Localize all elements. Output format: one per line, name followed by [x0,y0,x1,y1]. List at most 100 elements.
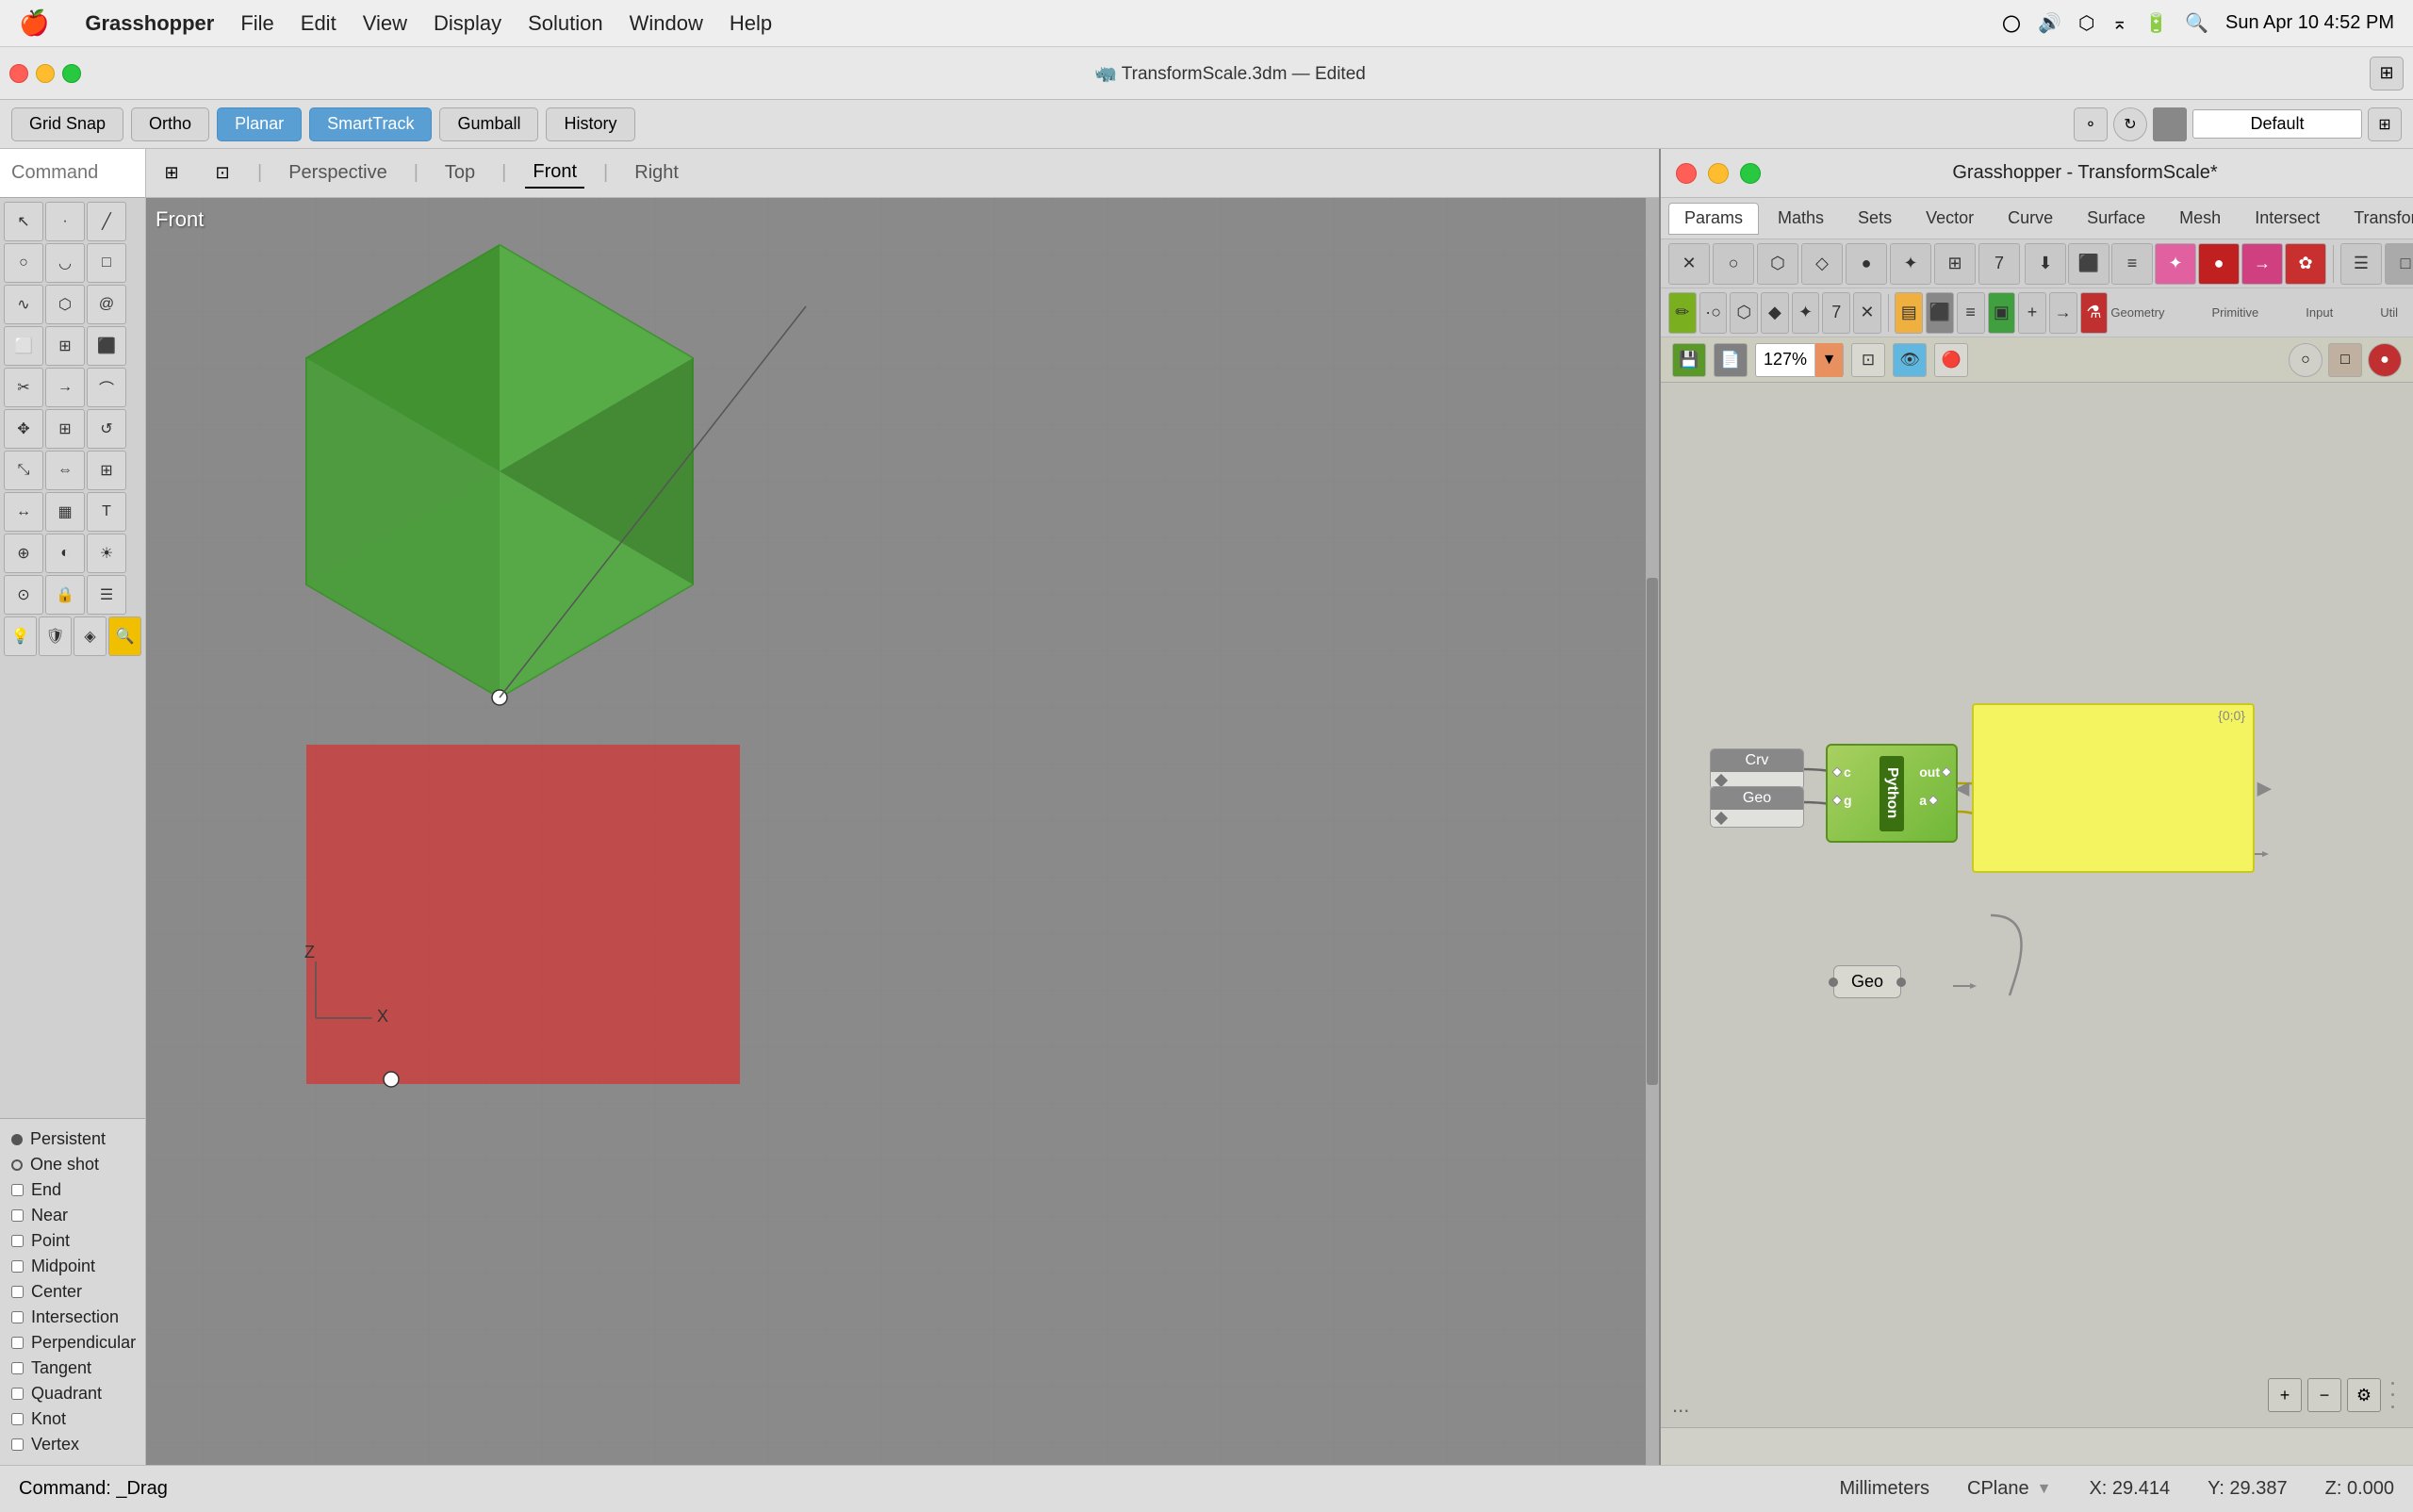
snap-oneshot[interactable]: One shot [11,1152,134,1177]
gh-fit-btn[interactable]: ⊡ [1851,343,1885,377]
siri-icon[interactable]: 〇 [2002,9,2021,37]
viewport-scroll-thumb-v[interactable] [1647,578,1658,1085]
menu-window[interactable]: Window [630,11,703,36]
polygon-tool[interactable]: ⬡ [45,285,85,324]
bluetooth-icon[interactable]: ⬡ [2078,11,2094,35]
gh-tab-surface[interactable]: Surface [2072,203,2160,235]
named-view-button[interactable]: ⊞ [2368,107,2402,141]
gh-prim-icon-sqb[interactable]: □ [2385,243,2413,285]
point-checkbox[interactable] [11,1235,24,1247]
gh-geo-icon-num[interactable]: 7 [1978,243,2020,285]
gh-input-icon-yellow[interactable]: ▤ [1895,292,1923,334]
viewport-canvas[interactable]: Front [146,198,1659,1465]
gh-preview-btn[interactable]: 👁 [1893,343,1927,377]
menu-solution[interactable]: Solution [528,11,603,36]
text-tool[interactable]: T [87,492,126,532]
snap-perpendicular[interactable]: Perpendicular [11,1330,134,1356]
smarttrack-button[interactable]: SmartTrack [309,107,432,141]
gh-util-icon-star2[interactable]: ✦ [1792,292,1820,334]
copy-tool[interactable]: ⊞ [45,409,85,449]
perpendicular-checkbox[interactable] [11,1337,24,1349]
gh-geo-icon-hex[interactable]: ⬡ [1757,243,1798,285]
snap-vertex[interactable]: Vertex [11,1432,134,1457]
polyline-tool[interactable]: ╱ [87,202,126,241]
snap-intersection[interactable]: Intersection [11,1305,134,1330]
gh-close-button[interactable] [1676,163,1697,184]
menu-help[interactable]: Help [730,11,772,36]
gh-prim-icon-right[interactable]: → [2241,243,2283,285]
cplane-dropdown-icon[interactable]: ▼ [2037,1481,2052,1498]
gh-input-icon-right[interactable]: → [2049,292,2077,334]
gh-input-icon-rows[interactable]: ≡ [1957,292,1985,334]
gh-geo-icon-grid[interactable]: ⊞ [1934,243,1976,285]
intersection-checkbox[interactable] [11,1311,24,1323]
viewport-split-icon[interactable]: ⊡ [206,157,238,189]
near-checkbox[interactable] [11,1209,24,1222]
gh-settings-btn[interactable]: ⚙ [2347,1378,2381,1412]
snap-end[interactable]: End [11,1177,134,1203]
snap-persistent[interactable]: Persistent [11,1126,134,1152]
menu-display[interactable]: Display [434,11,501,36]
shield2-tool[interactable]: ◈ [74,616,107,656]
gh-geo-icon-circle[interactable]: ○ [1713,243,1754,285]
bulb-tool[interactable]: 💡 [4,616,37,656]
gh-input-icon-plus[interactable]: + [2018,292,2046,334]
gh-prim-icon-square[interactable]: ⬛ [2068,243,2109,285]
snap-tangent[interactable]: Tangent [11,1356,134,1381]
gh-tab-mesh[interactable]: Mesh [2164,203,2236,235]
persistent-radio[interactable] [11,1134,23,1145]
gh-save-btn[interactable]: 💾 [1672,343,1706,377]
rotate-tool[interactable]: ↺ [87,409,126,449]
vertex-checkbox[interactable] [11,1438,24,1451]
select-tool[interactable]: ↖ [4,202,43,241]
gh-sphere-btn[interactable]: ○ [2289,343,2323,377]
viewport-scrollbar-v[interactable] [1646,198,1659,1465]
ortho-button[interactable]: Ortho [131,107,209,141]
gh-tab-transform[interactable]: Transform [2339,203,2413,235]
yellow-panel-node[interactable]: {0;0} ▶ ◀ [1972,703,2255,873]
gh-geo-icon-star[interactable]: ✦ [1890,243,1931,285]
gh-prim-icon-cherry[interactable]: ✿ [2285,243,2326,285]
snap-midpoint[interactable]: Midpoint [11,1254,134,1279]
mesh-tool[interactable]: ⊞ [45,326,85,366]
planar-button[interactable]: Planar [217,107,302,141]
gh-more-btn[interactable] [2387,1378,2398,1412]
gh-minimize-button[interactable] [1708,163,1729,184]
menu-file[interactable]: File [240,11,273,36]
yellow-panel-expand-left[interactable]: ◀ [1955,777,1969,800]
wifi-icon[interactable]: ⌅ [2111,11,2127,35]
gh-error-btn[interactable]: ● [2368,343,2402,377]
end-checkbox[interactable] [11,1184,24,1196]
python-node[interactable]: c g Python out a [1826,744,1958,843]
knot-checkbox[interactable] [11,1413,24,1425]
yellow-panel-expand-right[interactable]: ▶ [2257,777,2272,800]
dimension-tool[interactable]: ↔ [4,492,43,532]
layer-tool[interactable]: ☰ [87,575,126,615]
gh-input-icon-grey[interactable]: ⬛ [1926,292,1954,334]
snap-near[interactable]: Near [11,1203,134,1228]
extend-tool[interactable]: → [45,368,85,407]
search-icon[interactable]: 🔍 [2185,11,2208,35]
midpoint-checkbox[interactable] [11,1260,24,1273]
gumball-button[interactable]: Gumball [439,107,538,141]
gh-prim-icon-download[interactable]: ⬇ [2025,243,2066,285]
gh-input-icon-green[interactable]: ▣ [1988,292,2016,334]
gh-geo-icon-sphere[interactable]: ● [1846,243,1887,285]
fillet-tool[interactable]: ⌒ [87,368,126,407]
gh-tab-vector[interactable]: Vector [1911,203,1989,235]
light-tool[interactable]: ☀ [87,534,126,573]
snap-knot[interactable]: Knot [11,1406,134,1432]
history-button[interactable]: History [546,107,634,141]
gh-prim-icon-bar[interactable]: ☰ [2340,243,2382,285]
gh-rect-btn[interactable]: □ [2328,343,2362,377]
gh-tab-sets[interactable]: Sets [1843,203,1907,235]
curve-tool[interactable]: ∿ [4,285,43,324]
gh-highlight-btn[interactable]: 🔴 [1934,343,1968,377]
color-swatch[interactable] [2153,107,2187,141]
gh-fullscreen-button[interactable] [1740,163,1761,184]
center-checkbox[interactable] [11,1286,24,1298]
snap-quadrant[interactable]: Quadrant [11,1381,134,1406]
rectangle-tool[interactable]: □ [87,243,126,283]
arc-tool[interactable]: ◡ [45,243,85,283]
gh-util-icon-pen[interactable]: ✏ [1668,292,1697,334]
